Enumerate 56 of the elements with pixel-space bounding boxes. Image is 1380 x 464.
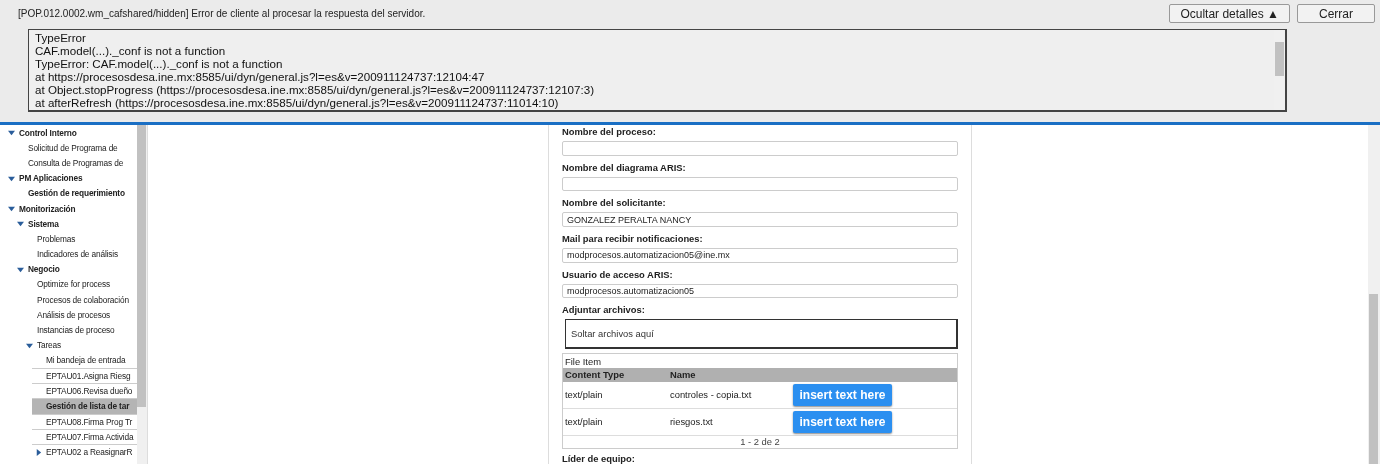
close-button[interactable]: Cerrar [1297,4,1375,23]
sidebar-item[interactable]: Optimize for process [0,276,137,293]
text-field[interactable]: GONZALEZ PERALTA NANCY [562,212,958,227]
text-field[interactable]: modprocesos.automatizacion05 [562,283,958,299]
column-header[interactable]: Content Type [563,369,668,381]
error-detail-line: TypeError [35,32,87,45]
file-drop-zone[interactable]: Soltar archivos aquí [565,319,958,349]
field-label: Adjuntar archivos: [562,304,646,316]
sidebar-item[interactable]: Solicitud de Programa de [0,140,137,156]
error-detail-line: CAF.model(...)._conf is not a function [35,44,227,58]
caret-down-icon[interactable] [17,265,24,273]
table-cell-text: riesgos.txt [669,416,714,428]
sidebar-item[interactable]: Análisis de procesos [0,307,137,323]
sidebar-item[interactable]: Instancias de proceso [0,322,137,338]
table-title: File Item [564,354,602,368]
field-label: Nombre del proceso: [562,126,657,137]
drop-zone-hint: Soltar archivos aquí [571,328,654,340]
field-label: Usuario de acceso ARIS: [562,268,674,280]
field-label: Nombre del solicitante: [562,197,667,209]
caret-down-icon[interactable] [8,129,15,137]
sidebar-item[interactable]: Consulta de Programas de [0,155,137,171]
sidebar-item[interactable]: Control Interno [0,125,137,141]
field-label: Líder de equipo: [562,452,636,464]
text-field[interactable] [562,176,958,192]
table-cell-text: text/plain [564,416,604,428]
error-detail-line: at afterRefresh (https://procesosdesa.ine.mx:8585/ui/dyn/general.js?l=es&v=200911124737:11014:10) [35,96,559,110]
pagination-text: 1 - 2 de 2 [739,435,781,448]
sidebar-item[interactable]: Tareas [0,337,137,353]
sidebar-item[interactable]: Negocio [0,261,137,277]
text-field[interactable]: modprocesos.automatizacion05@ine.mx [562,247,958,263]
sidebar-item[interactable]: Sistema [0,216,137,232]
field-label: Mail para recibir notificaciones: [562,232,704,244]
sidebar-item[interactable]: Monitorización [0,200,137,217]
column-header[interactable]: Name [668,369,793,381]
page-scrollbar[interactable] [1368,125,1380,464]
field-label: Nombre del diagrama ARIS: [562,161,687,173]
table-cell-text: controles - copia.txt [669,389,753,401]
caret-right-icon[interactable] [35,448,42,456]
sidebar-scrollbar[interactable] [137,125,147,464]
text-field[interactable] [562,141,958,156]
error-details-box[interactable] [28,29,1287,112]
sidebar-item[interactable]: Gestión de requerimiento [0,185,137,201]
sidebar-item[interactable]: Gestión de lista de tar [32,398,137,414]
error-detail-line: at https://procesosdesa.ine.mx:8585/ui/dyn/general.js?l=es&v=200911124737:12104:47 [35,70,486,84]
caret-down-icon[interactable] [8,174,15,182]
sidebar-item[interactable]: Procesos de colaboración [0,292,137,308]
caret-down-icon[interactable] [26,341,33,349]
hide-details-button[interactable]: Ocultar detalles ▲ [1169,4,1290,23]
sidebar-item[interactable]: Mi bandeja de entrada [0,352,137,368]
table-cell-text: text/plain [564,389,604,401]
sidebar-item[interactable]: Indicadores de análisis [0,246,137,262]
error-detail-line: TypeError: CAF.model(...)._conf is not a function [35,57,284,71]
error-message: [POP.012.0002.wm_cafshared/hidden] Error de cliente al procesar la respuesta del servidor. [18,8,426,19]
sidebar-item[interactable]: PM Aplicaciones [0,170,137,186]
error-detail-line: at Object.stopProgress (https://procesosdesa.ine.mx:8585/ui/dyn/general.js?l=es&v=200911124737:12107:3) [35,83,595,97]
sidebar-item[interactable]: Problemas [0,231,137,247]
